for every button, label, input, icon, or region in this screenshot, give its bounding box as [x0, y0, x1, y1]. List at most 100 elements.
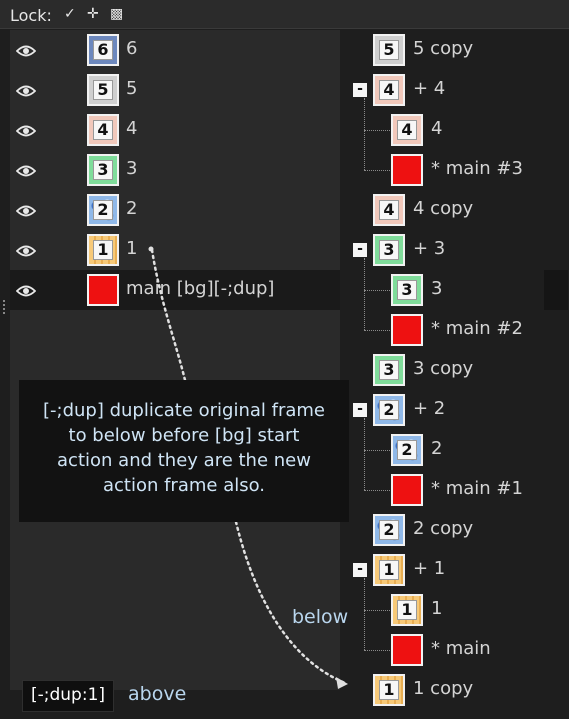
layer-thumbnail[interactable] [391, 314, 423, 346]
layer-name: 3 [126, 158, 138, 179]
layer-thumbnail[interactable]: 1 [373, 554, 405, 586]
layer-thumbnail[interactable]: 3 [373, 354, 405, 386]
layer-row[interactable]: 66 [10, 30, 340, 70]
checker-icon[interactable]: ▩ [110, 7, 123, 21]
layer-name: 4 copy [413, 198, 474, 219]
visibility-eye-icon[interactable] [15, 123, 37, 137]
layer-name: 1 [126, 238, 138, 259]
layer-thumbnail[interactable]: 4 [87, 114, 119, 146]
collapse-toggle-icon[interactable]: - [353, 242, 367, 257]
thumbnail-number: 2 [379, 520, 399, 540]
layer-name: 5 copy [413, 38, 474, 59]
row-highlight-edge [544, 270, 568, 310]
layer-thumbnail[interactable]: 2 [391, 434, 423, 466]
layer-thumbnail[interactable]: 5 [373, 34, 405, 66]
visibility-eye-icon[interactable] [15, 43, 37, 57]
thumbnail-number: 1 [379, 560, 399, 580]
layer-thumbnail[interactable]: 2 [87, 194, 119, 226]
tree-trunk-line [364, 578, 365, 650]
tree-branch-line [364, 650, 390, 651]
layer-row[interactable]: main [bg][-;dup] [10, 270, 340, 310]
visibility-eye-icon[interactable] [15, 163, 37, 177]
layer-thumbnail[interactable]: 3 [391, 274, 423, 306]
resize-grip[interactable] [3, 300, 8, 314]
thumbnail-number: 3 [93, 160, 113, 180]
layer-row[interactable]: 44 [10, 110, 340, 150]
layer-name: 2 [126, 198, 138, 219]
tooltip-line: action frame also. [102, 475, 266, 496]
thumbnail-number: 1 [93, 240, 113, 260]
layer-name: 6 [126, 38, 138, 59]
layer-name: 3 [431, 278, 443, 299]
layers-toolbar: Lock: ✓ ✛ ▩ [0, 0, 569, 29]
pencil-icon[interactable]: ✓ [64, 7, 76, 21]
thumbnail-number: 2 [93, 200, 113, 220]
layer-thumbnail[interactable] [391, 474, 423, 506]
layer-row[interactable]: 22 [10, 190, 340, 230]
layer-thumbnail[interactable]: 2 [373, 514, 405, 546]
layer-name: 4 [431, 118, 443, 139]
layer-thumbnail[interactable]: 3 [373, 234, 405, 266]
visibility-eye-icon[interactable] [15, 203, 37, 217]
layer-thumbnail[interactable] [87, 274, 119, 306]
tree-branch-line [364, 330, 390, 331]
collapse-toggle-icon[interactable]: - [353, 562, 367, 577]
layer-name: 2 [431, 438, 443, 459]
thumbnail-number: 4 [379, 200, 399, 220]
layer-thumbnail[interactable] [391, 154, 423, 186]
thumbnail-number: 6 [93, 40, 113, 60]
below-annotation: below [292, 606, 349, 628]
thumbnail-number: 2 [397, 440, 417, 460]
layer-thumbnail[interactable]: 4 [391, 114, 423, 146]
layer-name: 2 copy [413, 518, 474, 539]
tooltip-line: [-;dup] duplicate original frame [42, 400, 325, 421]
layer-thumbnail[interactable]: 1 [87, 234, 119, 266]
thumbnail-number: 1 [397, 600, 417, 620]
layer-name: main [bg][-;dup] [126, 278, 275, 299]
layer-name: * main #3 [431, 158, 523, 179]
layer-name: + 4 [413, 78, 446, 99]
layer-thumbnail[interactable]: 4 [373, 74, 405, 106]
visibility-eye-icon[interactable] [15, 243, 37, 257]
layer-name: + 3 [413, 238, 446, 259]
layer-name: * main #2 [431, 318, 523, 339]
collapse-toggle-icon[interactable]: - [353, 402, 367, 417]
layer-row[interactable]: 55 [10, 70, 340, 110]
tree-branch-line [364, 450, 390, 451]
thumbnail-number: 3 [397, 280, 417, 300]
thumbnail-number: 4 [93, 120, 113, 140]
layer-name: 4 [126, 118, 138, 139]
tooltip-line: action and they are the new [57, 450, 311, 471]
layer-row[interactable]: 33 [10, 150, 340, 190]
layer-name: 1 copy [413, 678, 474, 699]
layer-thumbnail[interactable]: 4 [373, 194, 405, 226]
lock-label: Lock: [10, 6, 52, 25]
layer-row[interactable]: 11 [10, 230, 340, 270]
collapse-toggle-icon[interactable]: - [353, 82, 367, 97]
layer-name: * main [431, 638, 491, 659]
layer-name: * main #1 [431, 478, 523, 499]
layer-thumbnail[interactable]: 1 [391, 594, 423, 626]
tree-trunk-line [364, 258, 365, 330]
tooltip-line: to below before [bg] start [68, 425, 300, 446]
thumbnail-number: 3 [379, 240, 399, 260]
tree-branch-line [364, 130, 390, 131]
tree-trunk-line [364, 98, 365, 170]
layer-name: 5 [126, 78, 138, 99]
tree-branch-line [364, 170, 390, 171]
layer-thumbnail[interactable]: 5 [87, 74, 119, 106]
move-icon[interactable]: ✛ [87, 7, 99, 21]
layer-thumbnail[interactable]: 2 [373, 394, 405, 426]
thumbnail-number: 5 [93, 80, 113, 100]
thumbnail-number: 3 [379, 360, 399, 380]
thumbnail-number: 1 [379, 680, 399, 700]
layer-thumbnail[interactable] [391, 634, 423, 666]
above-annotation: above [128, 683, 187, 705]
visibility-eye-icon[interactable] [15, 83, 37, 97]
layer-thumbnail[interactable]: 1 [373, 674, 405, 706]
dup-tooltip: [-;dup] duplicate original frame to belo… [19, 380, 349, 522]
layer-thumbnail[interactable]: 3 [87, 154, 119, 186]
layer-thumbnail[interactable]: 6 [87, 34, 119, 66]
visibility-eye-icon[interactable] [15, 283, 37, 297]
thumbnail-number: 4 [397, 120, 417, 140]
